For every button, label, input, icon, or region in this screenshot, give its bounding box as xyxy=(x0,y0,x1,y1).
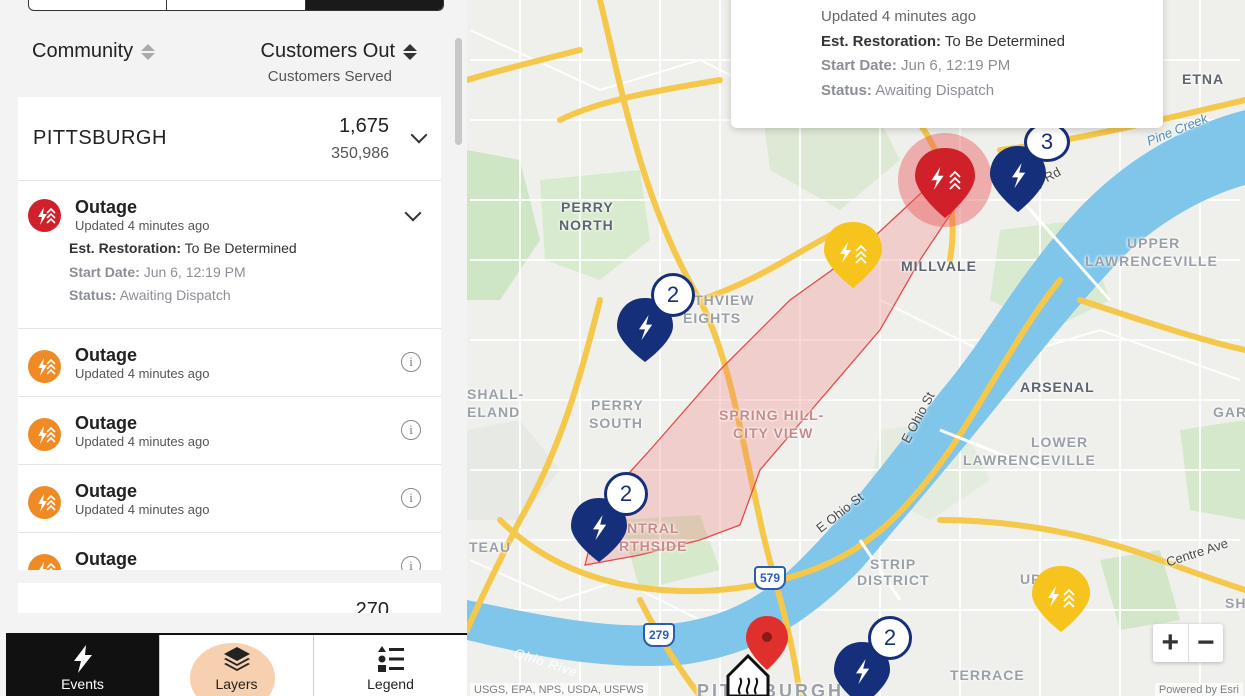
info-icon[interactable]: i xyxy=(401,556,421,570)
event-title: Outage xyxy=(75,549,138,569)
map-label-perry-north-2: NORTH xyxy=(559,217,614,233)
map-label-perry-south: PERRY xyxy=(591,397,644,413)
event-status: Status: Awaiting Dispatch xyxy=(69,287,231,303)
community-customers-out: 270 xyxy=(355,599,389,613)
zoom-out-button[interactable]: − xyxy=(1187,624,1224,662)
event-updated: Updated 4 minutes ago xyxy=(75,502,210,517)
nav-layers-label: Layers xyxy=(215,676,258,692)
map-label-lower-lawrenceville-2: LAWRENCEVILLE xyxy=(963,452,1096,468)
chevron-down-icon[interactable] xyxy=(404,204,422,222)
event-row[interactable]: Outage Updated 4 minutes ago i xyxy=(18,329,441,397)
outage-orange-icon xyxy=(28,350,61,383)
map-label-perry-south-2: SOUTH xyxy=(589,415,643,431)
map-label-pittsburgh: PITTSBURGH xyxy=(697,681,844,696)
map-label-spring-hill: SPRING HILL- xyxy=(719,407,825,423)
outage-popup: Updated 4 minutes ago Est. Restoration: … xyxy=(731,0,1163,128)
map-label-strip: STRIP xyxy=(870,556,917,572)
popup-updated: Updated 4 minutes ago xyxy=(821,8,977,25)
map-label-terrace: TERRACE xyxy=(950,667,1025,683)
zoom-in-button[interactable]: + xyxy=(1153,624,1188,662)
outage-orange-icon xyxy=(28,554,61,570)
map-label-northview-2: EIGHTS xyxy=(683,310,742,326)
map-label-teau: TEAU xyxy=(469,539,512,555)
interstate-279-shield: 279 xyxy=(643,623,675,647)
map-label-upper-lawrenceville-2: LAWRENCEVILLE xyxy=(1085,253,1218,269)
nav-legend[interactable]: Legend xyxy=(313,635,467,696)
event-title: Outage xyxy=(75,197,138,217)
community-customers-served: 350,986 xyxy=(331,145,389,162)
event-restoration: Est. Restoration: To Be Determined xyxy=(69,240,297,256)
map-label-spring-hill-2: CITY VIEW xyxy=(733,425,814,441)
legend-list-icon xyxy=(376,642,406,676)
event-title: Outage xyxy=(75,413,138,433)
esri-attribution[interactable]: Powered by Esri xyxy=(1154,683,1243,696)
map-label-marshall: SHALL- xyxy=(467,386,525,402)
map-label-perry-north: PERRY xyxy=(561,199,614,215)
zoom-control: + − xyxy=(1153,624,1223,662)
sort-community[interactable]: Community xyxy=(32,40,156,63)
map-label-millvale: MILLVALE xyxy=(901,258,977,274)
nav-legend-label: Legend xyxy=(367,676,414,692)
cluster-count-badge[interactable]: 2 xyxy=(604,472,648,516)
nav-layers[interactable]: Layers xyxy=(159,635,313,696)
map-label-arsenal: ARSENAL xyxy=(1020,379,1095,395)
event-row[interactable]: Outage Updated 4 minutes ago i xyxy=(18,397,441,465)
event-start-date: Start Date: Jun 6, 12:19 PM xyxy=(69,264,246,280)
map-label-upper-lawrenceville: UPPER xyxy=(1127,235,1181,251)
nav-events[interactable]: Events xyxy=(6,635,159,696)
top-segment-tabs xyxy=(28,0,444,11)
info-icon[interactable]: i xyxy=(401,488,421,508)
outage-red-icon xyxy=(28,199,61,232)
map-label-etna: ETNA xyxy=(1182,71,1225,87)
sort-icon xyxy=(403,43,417,60)
map-label-sh: SH xyxy=(1225,595,1245,611)
event-updated: Updated 4 minutes ago xyxy=(75,434,210,449)
event-updated: Updated 4 minutes ago xyxy=(75,218,210,233)
list-column-header: Community Customers Out Customers Served xyxy=(32,40,417,86)
cluster-count-badge[interactable]: 3 xyxy=(1024,122,1070,162)
map-label-gar: GAR xyxy=(1213,404,1245,420)
layers-icon xyxy=(222,642,252,676)
community-row[interactable]: PITTSBURGH 1,675 350,986 xyxy=(18,97,441,181)
event-row[interactable]: Outage Updated 4 minutes ago i xyxy=(18,465,441,533)
popup-restoration: Est. Restoration: To Be Determined xyxy=(821,32,1065,50)
events-panel: Community Customers Out Customers Served… xyxy=(0,0,467,696)
map-attribution[interactable]: USGS, EPA, NPS, USDA, USFWS xyxy=(470,683,648,696)
segment-tab[interactable] xyxy=(29,0,168,10)
map-label-marshall-2: ELAND xyxy=(467,404,521,420)
info-icon[interactable]: i xyxy=(401,352,421,372)
customers-served-header: Customers Served xyxy=(267,68,392,85)
lightning-icon xyxy=(70,642,96,676)
cluster-count-badge[interactable]: 2 xyxy=(868,616,912,660)
segment-tab-active[interactable] xyxy=(305,0,443,10)
cluster-count-badge[interactable]: 2 xyxy=(651,273,695,317)
interstate-579-shield: 579 xyxy=(754,566,786,590)
map-label-central-northside-2: RTHSIDE xyxy=(619,538,688,554)
community-customers-out: 1,675 xyxy=(338,115,389,137)
segment-tab[interactable] xyxy=(167,0,306,10)
outage-orange-icon xyxy=(28,418,61,451)
event-updated: Updated 4 minutes ago xyxy=(75,366,210,381)
map-label-up-hill: UP HILL xyxy=(1020,571,1082,587)
popup-start-date: Start Date: Jun 6, 12:19 PM xyxy=(821,57,1011,74)
chevron-down-icon[interactable] xyxy=(410,126,428,144)
bottom-navigation: Events Layers Legend xyxy=(6,633,467,696)
community-name: PITTSBURGH xyxy=(33,127,167,149)
sort-customers-out[interactable]: Customers Out xyxy=(261,40,417,63)
community-row-partial[interactable]: 270 xyxy=(18,583,441,613)
event-title: Outage xyxy=(75,481,138,501)
events-list: PITTSBURGH 1,675 350,986 Outage Updated … xyxy=(18,97,441,570)
nav-events-label: Events xyxy=(61,676,104,692)
sort-icon xyxy=(141,43,156,60)
map-label-lower-lawrenceville: LOWER xyxy=(1031,434,1089,450)
panel-scrollbar[interactable] xyxy=(455,38,462,145)
outage-orange-icon xyxy=(28,486,61,519)
map-label-central-northside: NTRAL xyxy=(627,520,680,536)
event-row-expanded[interactable]: Outage Updated 4 minutes ago Est. Restor… xyxy=(18,181,441,329)
popup-status: Status: Awaiting Dispatch xyxy=(821,81,995,99)
info-icon[interactable]: i xyxy=(401,420,421,440)
event-row[interactable]: Outage i xyxy=(18,533,441,570)
map-label-strip-2: DISTRICT xyxy=(857,572,930,588)
event-title: Outage xyxy=(75,345,138,365)
